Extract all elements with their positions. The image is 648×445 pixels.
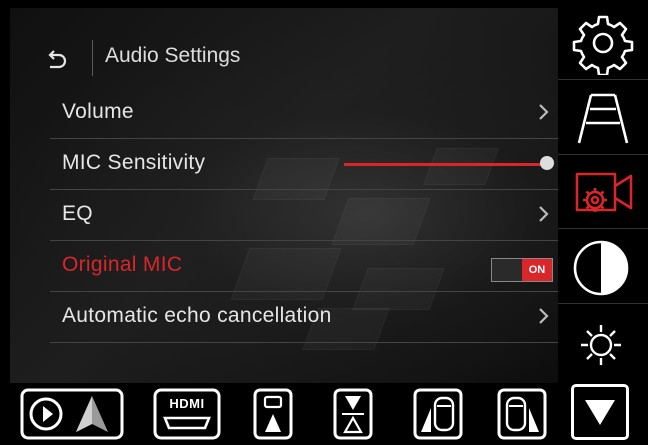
sidebar-item-contrast[interactable] <box>558 229 648 303</box>
lane-guide-icon <box>577 93 629 144</box>
menu-item-original-mic[interactable]: Original MIC ON <box>50 241 558 292</box>
page-title: Audio Settings <box>105 44 241 67</box>
menu-item-mic-sensitivity[interactable]: MIC Sensitivity <box>50 139 558 190</box>
menu-item-label: Original MIC <box>62 253 183 276</box>
arrow-down-icon <box>585 400 615 425</box>
chevron-right-icon <box>539 104 549 120</box>
menu-item-label: Volume <box>62 100 134 123</box>
front-rear-split-view-icon <box>333 388 373 440</box>
sidebar-item-settings[interactable] <box>558 6 648 80</box>
slider-track <box>344 163 542 166</box>
back-arrow-icon <box>48 50 67 69</box>
bottom-item-right-camera-view[interactable] <box>497 388 547 440</box>
chevron-right-icon <box>539 308 549 324</box>
header: Audio Settings <box>10 8 558 96</box>
carplay-android-auto-icon <box>20 388 124 440</box>
bottom-item-hdmi[interactable]: HDMI <box>153 388 221 440</box>
gear-icon <box>572 15 634 75</box>
mic-sensitivity-slider[interactable] <box>340 139 558 189</box>
main-panel: Audio Settings Volume MIC Sensitivity EQ <box>10 8 558 383</box>
menu-item-label: Automatic echo cancellation <box>62 304 332 327</box>
header-divider <box>92 40 93 76</box>
screen: Audio Settings Volume MIC Sensitivity EQ <box>0 0 648 445</box>
front-camera-view-icon <box>253 388 293 440</box>
bottom-item-left-camera-view[interactable] <box>413 388 463 440</box>
menu-item-eq[interactable]: EQ <box>50 190 558 241</box>
sidebar-item-lane-guide[interactable] <box>558 80 648 154</box>
menu-item-echo-cancellation[interactable]: Automatic echo cancellation <box>50 292 558 343</box>
bottom-item-front-rear-split-view[interactable] <box>333 388 373 440</box>
bottom-item-carplay-android-auto[interactable] <box>20 388 124 440</box>
menu-item-label: MIC Sensitivity <box>62 151 206 174</box>
bottom-item-front-camera-view[interactable] <box>253 388 293 440</box>
menu-item-label: EQ <box>62 202 93 225</box>
toggle-state-label: ON <box>528 264 546 276</box>
contrast-icon <box>573 240 629 296</box>
left-camera-view-icon <box>413 388 463 440</box>
right-camera-view-icon <box>497 388 547 440</box>
sidebar-item-camera-settings[interactable] <box>558 155 648 229</box>
original-mic-toggle[interactable]: ON <box>491 258 553 282</box>
camera-settings-icon <box>575 172 633 212</box>
back-button[interactable] <box>40 43 74 77</box>
hdmi-label: HDMI <box>169 396 205 411</box>
sidebar-item-brightness[interactable] <box>558 304 648 378</box>
menu-item-volume[interactable]: Volume <box>50 88 558 139</box>
brightness-icon <box>581 325 621 365</box>
chevron-right-icon <box>539 206 549 222</box>
slider-thumb[interactable] <box>540 156 554 170</box>
scroll-down-button[interactable] <box>571 384 629 440</box>
